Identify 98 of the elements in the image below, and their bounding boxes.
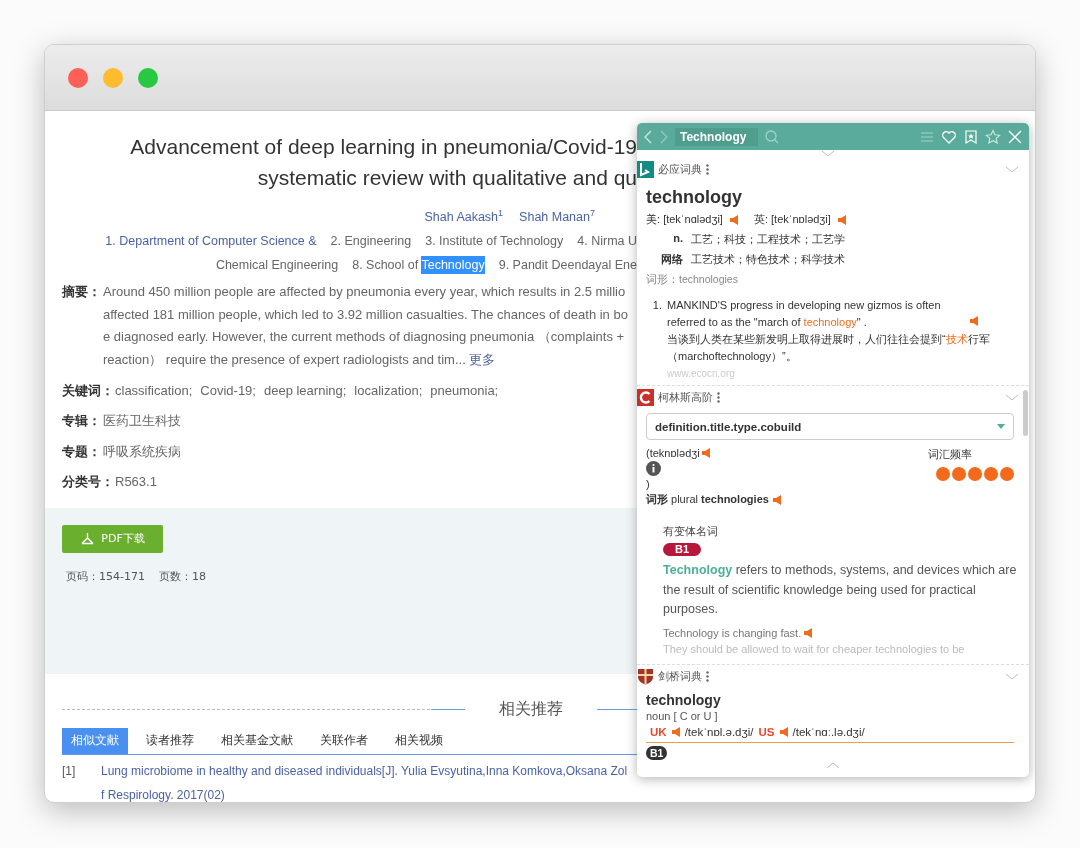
grammar-note: 有变体名词 [663, 524, 719, 539]
part-of-speech: 网络 [660, 252, 683, 267]
field-label: 专辑： [62, 413, 102, 431]
zoom-button[interactable] [138, 67, 158, 88]
phonetic: (teknɒlədʒi [646, 447, 700, 459]
word-forms: 词形 plural technologies [646, 492, 769, 507]
forward-icon[interactable] [659, 129, 669, 144]
tab[interactable]: 关联作者 [311, 727, 377, 754]
headword: technology [646, 692, 722, 708]
affiliation-link[interactable]: 3. Institute of Technology [425, 229, 564, 254]
affiliation-link[interactable]: 2. Engineering [330, 229, 412, 254]
keyword-link[interactable]: localization; [354, 379, 423, 403]
chevron-down-icon[interactable] [821, 150, 835, 157]
phonetic: /tekˈnɑː.lə.dʒi/ [792, 726, 865, 738]
abstract-text: Around 450 million people are affected by pneumonia every year, which results in 2.5 millio affected 181 million people, which led to 3.92 million casualties. The chances of death in bo e diagnosed early. However, the current methods of diagnosing pneumonia （complaints + reaction） require the presence of expert radiologists and tim... 更多 [103, 283, 628, 369]
more-icon[interactable] [706, 670, 709, 682]
search-icon[interactable] [764, 128, 780, 145]
frequency-label: 词汇频率 [928, 447, 972, 462]
parenthesis: ) [646, 478, 651, 490]
sense-text: 工艺；科技；工程技术；工艺学 [691, 232, 845, 247]
reference-link[interactable]: Lung microbiome in healthy and diseased individuals[J]. Yulia Evsyutina,Inna Komkova,Oksana Zol f Respirology. 2017(02) [101, 758, 628, 802]
speaker-icon[interactable] [701, 448, 710, 458]
chevron-down-icon[interactable] [1005, 393, 1019, 401]
tab[interactable]: 相关基金文献 [212, 727, 302, 754]
field-label: 关键词： [62, 382, 115, 400]
back-icon[interactable] [643, 129, 653, 144]
headword: technology [646, 187, 743, 208]
field-label: 专题： [62, 443, 102, 461]
bookmark-icon[interactable] [963, 128, 979, 145]
example-translation: 当谈到人类在某些新发明上取得进展时，人们往往会提到“技术行军（marchoftechnology）”。 [667, 333, 990, 362]
level-badge: B1 [646, 746, 668, 760]
minimize-button[interactable] [103, 67, 123, 88]
section-heading: 相关推荐 [498, 699, 564, 721]
chevron-up-icon[interactable] [825, 762, 840, 769]
affiliation-link[interactable]: 1. Department of Computer Science & [105, 229, 317, 254]
keyword-link[interactable]: Covid-19; [200, 379, 256, 403]
region-label: US [758, 726, 775, 738]
field-value: 呼吸系统疾病 [103, 442, 181, 461]
phonetic: 英: [tekˈnɒlədʒi] [753, 212, 831, 227]
phonetic: /tekˈnɒl.ə.dʒi/ [684, 726, 754, 738]
close-button[interactable] [68, 67, 88, 88]
tab[interactable]: 相似文献 [62, 727, 128, 754]
speaker-icon[interactable] [837, 214, 846, 225]
chevron-down-icon[interactable] [1005, 165, 1019, 173]
affiliation-link[interactable]: 4. Nirma U [577, 229, 637, 254]
field-label: 摘要： [62, 284, 102, 302]
affiliation-link[interactable]: 8. School of Technology [352, 253, 485, 278]
affiliation-link[interactable]: 9. Pandit Deendayal Ene [498, 253, 637, 278]
word-forms: 词形：technologies [646, 273, 739, 287]
example-number: 1. [651, 298, 662, 313]
shield-logo-icon [637, 667, 654, 685]
field-value: 医药卫生科技 [103, 412, 181, 431]
example-sentence: MANKIND'S progress in developing new gizmos is often referred to as the "march of technology" . [667, 298, 942, 330]
info-icon[interactable] [646, 461, 661, 476]
search-field[interactable]: Technology [675, 127, 758, 146]
speaker-icon[interactable] [729, 214, 738, 225]
sense-text: 工艺技术；特色技术；科学技术 [691, 252, 845, 267]
speaker-icon[interactable] [779, 727, 788, 737]
part-of-speech: n. [672, 232, 683, 246]
dictionary-source: 必应词典 [658, 161, 702, 177]
speaker-icon[interactable] [804, 627, 813, 638]
speaker-icon[interactable] [772, 494, 781, 505]
pdf-icon [80, 532, 96, 546]
article-title: Advancement of deep learning in pneumonia/Covid-19 systematic review with qualitative and qu [129, 134, 637, 191]
level-badge: B1 [663, 543, 702, 556]
definition-type-dropdown[interactable]: definition.title.type.cobuild [646, 413, 1014, 440]
dictionary-source: 剑桥词典 [658, 668, 702, 684]
region-label: UK [650, 726, 667, 738]
field-value: R563.1 [115, 473, 157, 492]
phonetic: 美: [tekˈnɑlədʒi] [646, 212, 723, 227]
keyword-link[interactable]: classification; [115, 379, 193, 403]
grammar-note: noun [ C or U ] [646, 710, 719, 722]
chevron-down-icon[interactable] [1005, 672, 1019, 680]
keyword-link[interactable]: pneumonia; [430, 379, 499, 403]
close-icon[interactable] [1007, 128, 1023, 145]
page-info: 页数：18 [158, 568, 206, 584]
more-icon[interactable] [706, 163, 709, 175]
scrollbar-thumb[interactable] [1023, 390, 1028, 436]
reference-number: [1] [62, 762, 77, 780]
speaker-icon[interactable] [671, 727, 680, 737]
dropdown-caret-icon [997, 424, 1005, 429]
author-link[interactable]: Shah Manan$^{7}$ [519, 201, 595, 230]
author-link[interactable]: Shah Aakash$^{1}$ [424, 201, 504, 230]
keyword-link[interactable]: deep learning; [263, 379, 347, 403]
example-sentence: They should be allowed to wait for cheaper technologies to be [663, 642, 966, 655]
definition-text: Technology refers to methods, systems, and devices which are the result of scientific knowledge being used for practical purposes. [663, 562, 1018, 618]
field-label: 分类号： [62, 474, 115, 492]
dictionary-source: 柯林斯高阶 [658, 389, 713, 405]
affiliation-link[interactable]: Chemical Engineering [215, 253, 339, 278]
speaker-icon[interactable] [970, 316, 979, 326]
heart-icon[interactable] [941, 128, 957, 145]
star-icon[interactable] [985, 128, 1001, 145]
more-icon[interactable] [717, 391, 720, 403]
tab[interactable]: 读者推荐 [137, 727, 203, 754]
page-info: 页码：154-171 [66, 568, 145, 584]
example-sentence: Technology is changing fast. [663, 626, 802, 639]
tab[interactable]: 相关视频 [386, 727, 452, 754]
more-link[interactable]: 更多 [469, 351, 496, 367]
